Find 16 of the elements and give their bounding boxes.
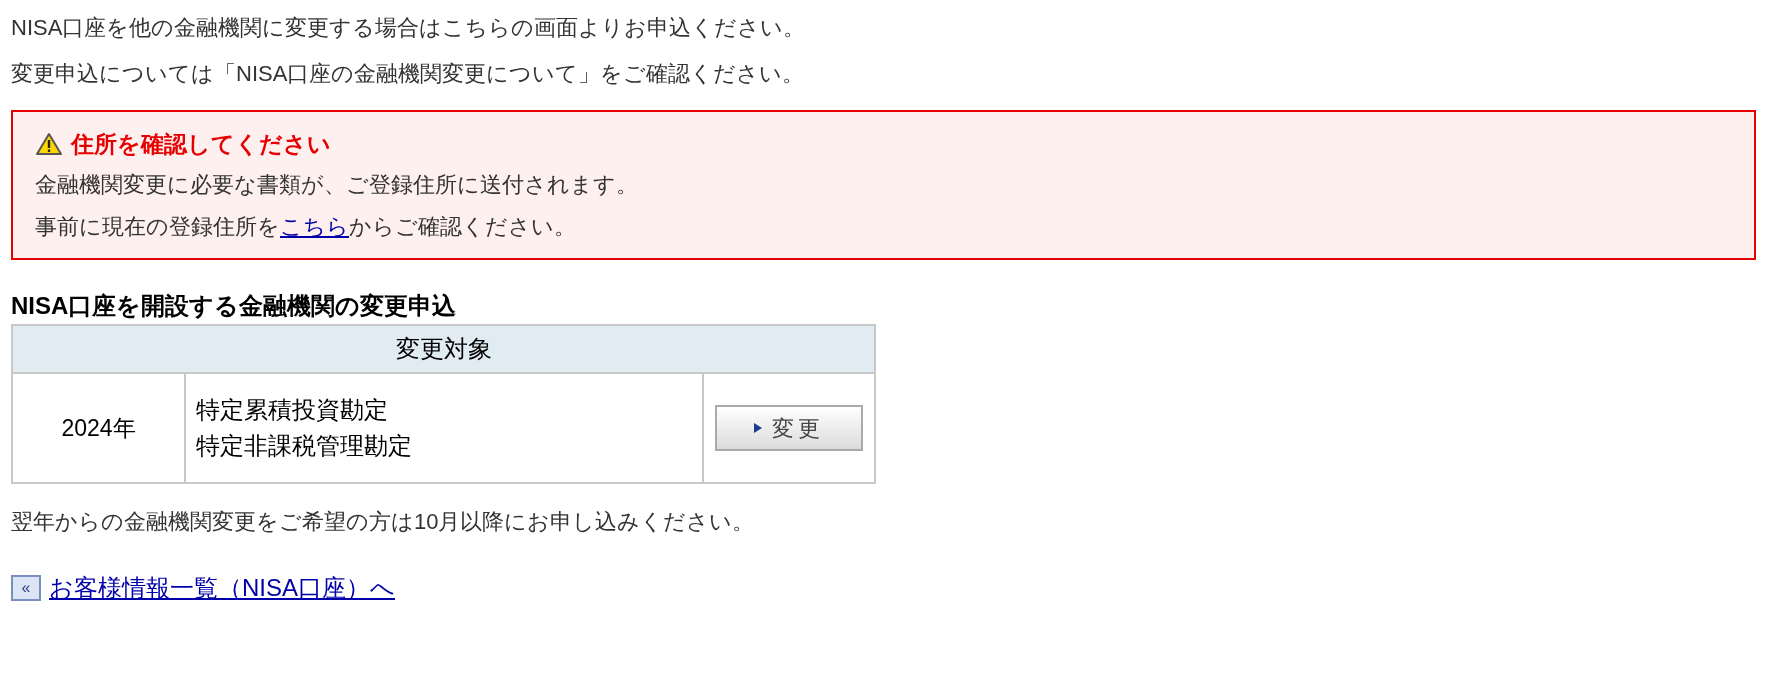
warning-title: 住所を確認してください [71,129,331,159]
year-cell: 2024年 [12,373,185,483]
back-icon: « [11,575,41,601]
back-link[interactable]: お客様情報一覧（NISA口座）へ [49,570,395,606]
triangle-icon [754,423,762,433]
intro-text: 変更申込については「NISA口座の金融機関変更について」をご確認ください。 [11,60,806,88]
warning-text: 事前に現在の登録住所を こちらからご確認ください。 [35,213,577,241]
intro-text: NISA口座を他の金融機関に変更する場合はこちらの画面よりお申込ください。 [11,14,807,42]
table-header: 変更対象 [12,325,875,373]
change-button[interactable]: 変更 [715,405,863,451]
warning-icon [35,132,63,156]
account-cell: 特定累積投資勘定 特定非課税管理勘定 [185,373,703,483]
note-text: 翌年からの金融機関変更をご希望の方は10月以降にお申し込みください。 [11,508,756,536]
section-title: NISA口座を開設する金融機関の変更申込 [11,291,458,321]
warning-text: 金融機関変更に必要な書類が、ご登録住所に送付されます。 [35,171,639,199]
address-link[interactable]: こちら [280,214,349,239]
